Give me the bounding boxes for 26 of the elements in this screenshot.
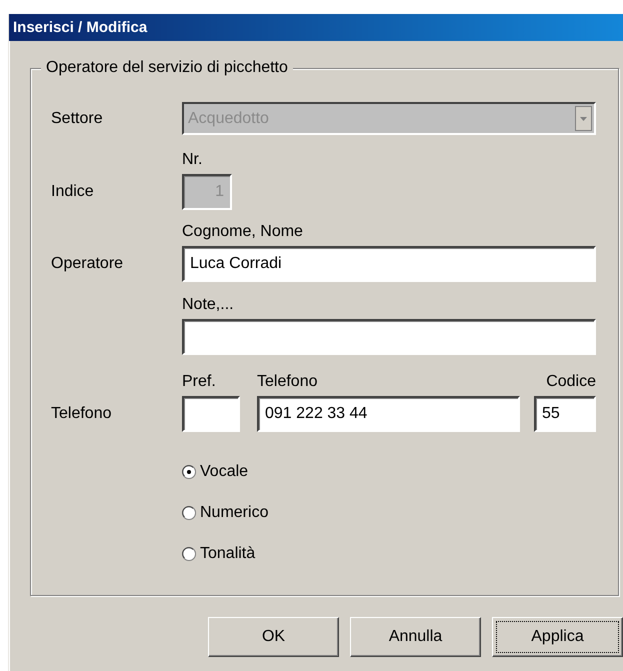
radio-button-icon[interactable] [182,547,196,561]
window-title: Inserisci / Modifica [13,19,148,36]
field-label: Telefono [51,404,112,424]
input-field[interactable] [182,319,596,355]
radio-button-icon[interactable] [182,506,196,520]
radio-option[interactable]: Vocale [182,462,248,482]
input-field[interactable]: 091 222 33 44 [257,396,520,432]
field-caption: Pref. [182,373,217,391]
field-caption: Codice [546,373,596,391]
radio-option[interactable]: Numerico [182,503,268,523]
dialog-button[interactable]: Annulla [350,617,481,657]
field-caption: Telefono [257,373,318,391]
field-label: Operatore [51,254,124,274]
dialog-button[interactable]: OK [208,617,339,657]
radio-option[interactable]: Tonalità [182,544,256,564]
field-label: Indice [51,182,95,202]
input-field[interactable] [182,396,240,432]
radio-button-icon[interactable] [182,465,196,479]
field-label: Settore [51,108,104,128]
field-caption: Nr. [182,151,204,169]
group-title: Operatore del servizio di picchetto [41,58,293,78]
field-caption: Note,... [182,296,235,314]
input-field[interactable]: 55 [534,396,596,432]
dialog-button[interactable]: Applica [492,617,623,657]
input-field[interactable]: Luca Corradi [182,246,596,282]
field-caption: Cognome, Nome [182,223,304,241]
